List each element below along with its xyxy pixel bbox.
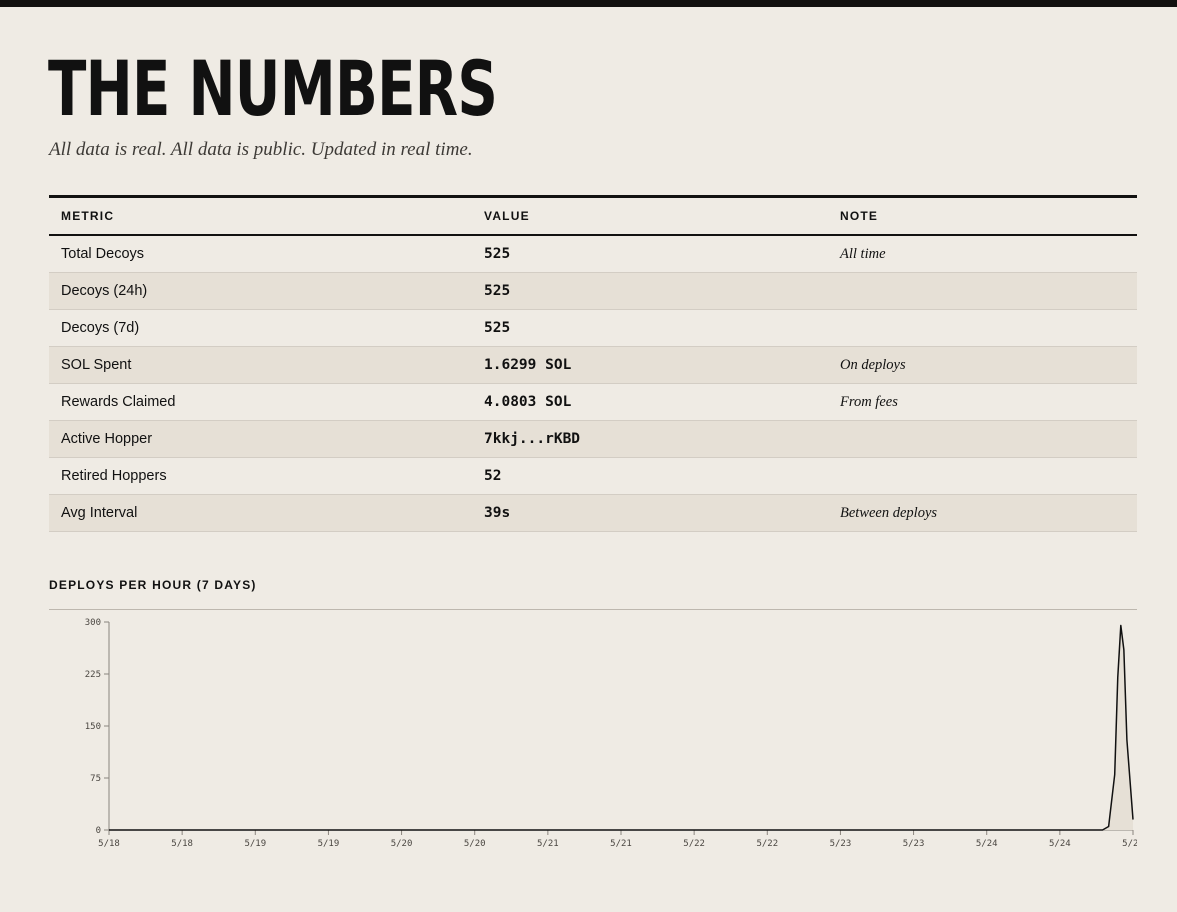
chart-divider (49, 609, 1137, 610)
metric-label: Retired Hoppers (49, 457, 472, 495)
column-header-note: NOTE (828, 196, 1137, 236)
top-bar (0, 0, 1177, 7)
series-area (109, 625, 1133, 830)
metric-note: All time (828, 235, 1137, 273)
metric-label: Total Decoys (49, 235, 472, 273)
x-tick-label: 5/19 (318, 839, 340, 849)
metric-label: Active Hopper (49, 420, 472, 458)
deploys-per-hour-chart: 0 75 150 225 300 5/18 5/18 5/19 5/19 5/20 5/20 5/21… (85, 618, 1137, 849)
y-tick-label: 150 (85, 722, 101, 732)
metric-note: On deploys (828, 346, 1137, 384)
table-row: Decoys (24h) 525 (49, 272, 1137, 310)
metric-note (828, 457, 1137, 495)
metric-value: 39s (472, 494, 828, 532)
x-tick-label: 5/22 (683, 839, 705, 849)
metric-value: 525 (472, 272, 828, 310)
table-row: Total Decoys 525 All time (49, 235, 1137, 273)
page-subtitle: All data is real. All data is public. Up… (49, 139, 473, 160)
y-tick-label: 300 (85, 618, 101, 628)
metric-label: SOL Spent (49, 346, 472, 384)
y-tick-label: 75 (90, 774, 101, 784)
metric-value: 525 (472, 309, 828, 347)
metric-note (828, 420, 1137, 458)
metric-value: 4.0803 SOL (472, 383, 828, 421)
table-row: Rewards Claimed 4.0803 SOL From fees (49, 383, 1137, 421)
x-tick-label: 5/22 (756, 839, 778, 849)
x-tick-label: 5/18 (98, 839, 120, 849)
metric-value: 525 (472, 235, 828, 273)
column-header-metric: METRIC (49, 196, 472, 236)
chart-title: DEPLOYS PER HOUR (7 DAYS) (49, 578, 257, 592)
metric-value: 1.6299 SOL (472, 346, 828, 384)
x-tick-label: 5/18 (171, 839, 193, 849)
metrics-table: METRIC VALUE NOTE Total Decoys 525 All t… (49, 195, 1137, 532)
x-tick-label: 5/24 (976, 839, 998, 849)
metric-label: Rewards Claimed (49, 383, 472, 421)
x-tick-label: 5/25 (1122, 839, 1137, 849)
x-tick-label: 5/23 (903, 839, 925, 849)
x-tick-label: 5/21 (537, 839, 559, 849)
y-tick-label: 225 (85, 670, 101, 680)
table-row: Decoys (7d) 525 (49, 309, 1137, 347)
metric-label: Avg Interval (49, 494, 472, 532)
metric-value: 7kkj...rKBD (472, 420, 828, 458)
series-line (109, 624, 1134, 831)
metric-value: 52 (472, 457, 828, 495)
x-tick-label: 5/20 (464, 839, 486, 849)
metric-note: From fees (828, 383, 1137, 421)
table-row: Retired Hoppers 52 (49, 457, 1137, 495)
metric-label: Decoys (7d) (49, 309, 472, 347)
metric-note: Between deploys (828, 494, 1137, 532)
x-tick-label: 5/19 (244, 839, 266, 849)
table-row: SOL Spent 1.6299 SOL On deploys (49, 346, 1137, 384)
x-tick-label: 5/20 (391, 839, 413, 849)
table-header-row: METRIC VALUE NOTE (49, 196, 1137, 236)
table-row: Active Hopper 7kkj...rKBD (49, 420, 1137, 458)
x-tick-label: 5/21 (610, 839, 632, 849)
page-title: THE NUMBERS (48, 44, 498, 133)
x-tick-label: 5/23 (830, 839, 852, 849)
column-header-value: VALUE (472, 196, 828, 236)
metric-label: Decoys (24h) (49, 272, 472, 310)
table-row: Avg Interval 39s Between deploys (49, 494, 1137, 532)
x-tick-label: 5/24 (1049, 839, 1071, 849)
metric-note (828, 309, 1137, 347)
y-tick-label: 0 (96, 826, 101, 836)
metric-note (828, 272, 1137, 310)
